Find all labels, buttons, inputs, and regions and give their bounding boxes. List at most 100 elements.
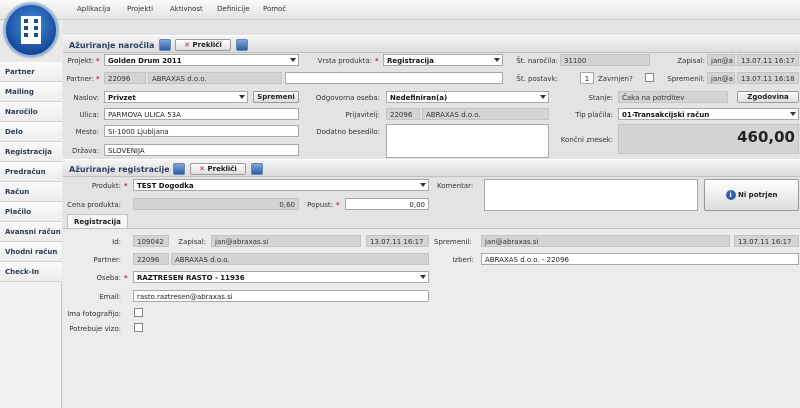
reg-spremenil-date-field: 13.07.11 16:17	[734, 235, 799, 247]
save-icon[interactable]	[173, 163, 185, 175]
ni-potrjen-button[interactable]: i Ni potrjen	[704, 179, 799, 211]
zapisal-field: jan@a	[707, 54, 735, 66]
sidebar-item-delo[interactable]: Delo	[0, 122, 62, 142]
spremenil-field: jan@a	[707, 72, 735, 84]
save-icon[interactable]	[159, 39, 171, 51]
popust-input[interactable]: 0,00	[345, 198, 429, 210]
menu-projekti[interactable]: Projekti	[127, 5, 153, 13]
zapisal-label: Zapisal:	[677, 57, 705, 65]
spremeni-button[interactable]: Spremeni	[253, 91, 299, 103]
partner-id-field: 22096	[104, 72, 146, 84]
chevron-down-icon	[420, 183, 426, 187]
chevron-down-icon	[790, 112, 796, 116]
registration-section-title: Ažuriranje registracije	[69, 165, 170, 174]
cancel-order-button[interactable]: ✕ Prekliči	[175, 39, 231, 51]
koncni-znesek-label: Končni znesek:	[560, 136, 613, 144]
chevron-down-icon	[290, 58, 296, 62]
oseba-label: Oseba:	[96, 274, 121, 282]
stanje-field: Čaka na potrditev	[618, 91, 728, 103]
st-postavk-label: Št. postavk:	[516, 75, 558, 83]
required-mark: *	[375, 57, 379, 65]
prijavitelj-label: Prijavitelj:	[345, 111, 380, 119]
sidebar-item-placilo[interactable]: Plačilo	[0, 202, 62, 222]
ulica-input[interactable]: PARMOVA ULICA 53A	[104, 108, 299, 120]
menu-aplikacija[interactable]: Aplikacija	[77, 5, 110, 13]
zavrnjen-label: Zavrnjen?	[598, 75, 633, 83]
partner-label: Partner:	[66, 75, 94, 83]
menu-pomoc[interactable]: Pomoč	[263, 5, 286, 13]
oseba-select[interactable]: RAZTRESEN RASTO - 11936	[133, 271, 429, 283]
reg-partner-label: Partner:	[93, 256, 121, 264]
komentar-label: Komentar:	[437, 182, 474, 190]
cancel-registration-button[interactable]: ✕ Prekliči	[190, 163, 246, 175]
st-postavk-field: 1	[580, 72, 594, 84]
top-menu-bar: Aplikacija Projekti Aktivnost Definicije…	[0, 0, 800, 20]
email-label: Email:	[99, 293, 121, 301]
order-section-title: Ažuriranje naročila	[69, 41, 155, 50]
building-icon	[21, 16, 41, 44]
prijavitelj-name-field: ABRAXAS d.o.o.	[422, 108, 549, 120]
menu-definicije[interactable]: Definicije	[217, 5, 250, 13]
ima-fotografijo-label: Ima fotografijo:	[67, 310, 121, 318]
dodatno-besedilo-textarea[interactable]	[386, 124, 549, 158]
tip-placila-select[interactable]: 01-Transakcijski račun	[618, 108, 799, 120]
reg-spremenil-field: jan@abraxas.si	[481, 235, 730, 247]
sidebar-item-avansni-racun[interactable]: Avansni račun	[0, 222, 62, 242]
stanje-label: Stanje:	[588, 94, 613, 102]
reg-spremenil-label: Spremenil:	[434, 238, 472, 246]
reg-partner-name-field: ABRAXAS d.o.o.	[171, 253, 429, 265]
drzava-input[interactable]: SLOVENIJA	[104, 144, 299, 156]
required-mark: *	[336, 201, 340, 209]
sidebar-item-vhodni-racun[interactable]: Vhodni račun	[0, 242, 62, 262]
drzava-label: Država:	[71, 147, 99, 155]
main-content: Ažuriranje naročila ✕ Prekliči Projekt: …	[63, 20, 800, 408]
partner-name-field: ABRAXAS d.o.o.	[148, 72, 282, 84]
dodatno-besedilo-label: Dodatno besedilo:	[316, 128, 380, 136]
sidebar-item-racun[interactable]: Račun	[0, 182, 62, 202]
sidebar-item-partner[interactable]: Partner	[0, 62, 62, 82]
sidebar-item-narocilo[interactable]: Naročilo	[0, 102, 62, 122]
menu-aktivnost[interactable]: Aktivnost	[170, 5, 203, 13]
tab-registracija[interactable]: Registracija	[67, 214, 128, 228]
komentar-textarea[interactable]	[484, 179, 698, 211]
cena-label: Cena produkta:	[67, 201, 121, 209]
cena-field: 0,60	[133, 198, 299, 210]
ulica-label: Ulica:	[79, 111, 99, 119]
app-logo	[4, 3, 58, 57]
produkt-label: Produkt:	[91, 182, 121, 190]
chevron-down-icon	[239, 95, 245, 99]
izberi-input[interactable]: ABRAXAS d.o.o. - 22096	[481, 253, 799, 265]
sidebar-item-registracija[interactable]: Registracija	[0, 142, 62, 162]
naslov-label: Naslov:	[73, 94, 99, 102]
vrsta-label: Vrsta produkta:	[317, 57, 372, 65]
id-label: Id:	[112, 238, 121, 246]
projekt-label: Projekt:	[67, 57, 94, 65]
produkt-select[interactable]: TEST Dogodka	[133, 179, 429, 191]
odgovorna-label: Odgovorna oseba:	[315, 94, 380, 102]
zavrnjen-checkbox[interactable]	[645, 73, 654, 82]
partner-search-input[interactable]	[285, 72, 503, 84]
vrsta-select[interactable]: Registracija	[383, 54, 503, 66]
naslov-select[interactable]: Privzet	[104, 91, 248, 103]
ima-fotografijo-checkbox[interactable]	[134, 308, 143, 317]
required-mark: *	[124, 182, 128, 190]
mesto-label: Mesto:	[75, 128, 99, 136]
sidebar-item-mailing[interactable]: Mailing	[0, 82, 62, 102]
projekt-select[interactable]: Golden Drum 2011	[104, 54, 299, 66]
chevron-down-icon	[494, 58, 500, 62]
potrebuje-vizo-checkbox[interactable]	[134, 323, 143, 332]
sidebar-item-check-in[interactable]: Check-In	[0, 262, 62, 282]
order-section-header: Ažuriranje naročila ✕ Prekliči	[63, 35, 800, 53]
mesto-input[interactable]: SI-1000 Ljubljana	[104, 125, 299, 137]
izberi-label: Izberi:	[452, 256, 474, 264]
refresh-icon[interactable]	[251, 163, 263, 175]
zgodovina-button[interactable]: Zgodovina	[737, 91, 799, 103]
email-input[interactable]: rasto.raztresen@abraxas.si	[133, 290, 429, 302]
sidebar: Partner Mailing Naročilo Delo Registraci…	[0, 62, 62, 408]
odgovorna-select[interactable]: Nedefiniran(a)	[386, 91, 549, 103]
spremenil-label: Spremenil:	[667, 75, 705, 83]
prijavitelj-id-field: 22096	[386, 108, 420, 120]
sidebar-item-predracun[interactable]: Predračun	[0, 162, 62, 182]
info-icon: i	[725, 190, 736, 200]
refresh-icon[interactable]	[236, 39, 248, 51]
